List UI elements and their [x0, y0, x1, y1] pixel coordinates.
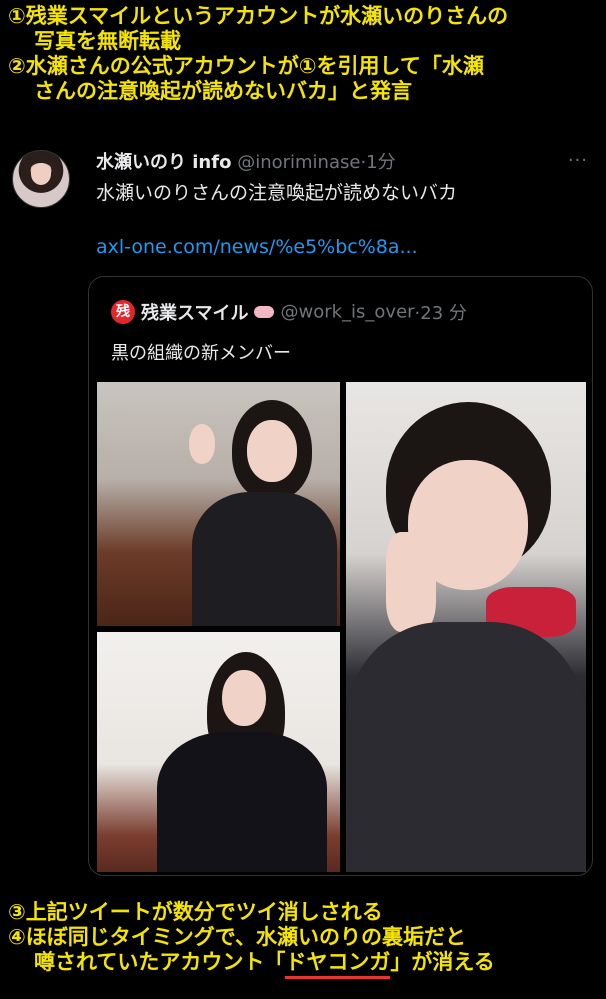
- quoted-header: 残残業スマイル @work_is_over·23 分: [111, 299, 467, 325]
- tweet-text: 水瀬いのりさんの注意喚起が読めないバカ: [96, 182, 458, 204]
- figure-hand: [386, 532, 436, 632]
- photo-1[interactable]: [97, 382, 340, 626]
- photo-3[interactable]: [346, 382, 586, 872]
- quoted-display-name[interactable]: 残業スマイル: [141, 303, 248, 324]
- tweet-link[interactable]: axl-one.com/news/%e5%bc%8a...: [96, 236, 418, 258]
- figure-face: [222, 670, 266, 726]
- caption-line: 噂されていたアカウント「ドヤコンガ 」が消える: [8, 950, 600, 979]
- quoted-avatar[interactable]: 残: [111, 300, 135, 324]
- peace-sign-hand: [189, 424, 215, 464]
- quoted-tweet[interactable]: 残残業スマイル @work_is_over·23 分 黒の組織の新メンバー: [88, 276, 593, 876]
- caption-line: さんの注意喚起が読めないバカ」と発言: [34, 79, 412, 103]
- photo-2[interactable]: [97, 632, 340, 872]
- figure-face: [247, 420, 297, 482]
- timestamp[interactable]: ·1分: [360, 152, 395, 173]
- tweet-header: 水瀬いのり info @inoriminase·1分: [96, 148, 590, 174]
- more-options-icon[interactable]: ···: [568, 150, 588, 171]
- highlight-text: ドヤコンガ: [285, 950, 391, 974]
- quoted-text: 黒の組織の新メンバー: [111, 343, 291, 364]
- figure-body: [192, 492, 337, 626]
- caption-line: 写真を無断転載: [34, 29, 181, 53]
- quoted-handle[interactable]: @work_is_over: [280, 302, 414, 323]
- pig-emoji-icon: [254, 306, 275, 318]
- caption-text: 噂されていたアカウント「: [34, 950, 286, 974]
- caption-line: ③上記ツイートが数分でツイ消しされる: [8, 900, 383, 924]
- caption-line: ④ほぼ同じタイミングで、水瀬いのりの裏垢だと: [8, 925, 466, 949]
- highlighted-account-name: ドヤコンガ: [285, 950, 391, 979]
- quoted-timestamp[interactable]: ·23 分: [415, 303, 467, 324]
- handle[interactable]: @inoriminase: [237, 152, 360, 173]
- avatar-face: [31, 163, 51, 185]
- red-underline: [285, 976, 391, 979]
- caption-line: ①残業スマイルというアカウントが水瀬いのりさんの: [8, 4, 509, 28]
- display-name[interactable]: 水瀬いのり info: [96, 152, 231, 173]
- quoted-media-grid: [97, 382, 586, 872]
- caption-bottom: ③上記ツイートが数分でツイ消しされる ④ほぼ同じタイミングで、水瀬いのりの裏垢だ…: [8, 900, 600, 979]
- caption-text: 」が消える: [390, 950, 495, 974]
- caption-top: ①残業スマイルというアカウントが水瀬いのりさんの 写真を無断転載 ②水瀬さんの公…: [8, 4, 600, 104]
- caption-line: ②水瀬さんの公式アカウントが①を引用して「水瀬: [8, 54, 484, 78]
- tweet[interactable]: 水瀬いのり info @inoriminase·1分 ··· 水瀬いのりさんの注…: [0, 128, 606, 880]
- avatar[interactable]: [12, 150, 70, 208]
- figure-body: [157, 732, 327, 872]
- figure-jacket: [346, 622, 586, 872]
